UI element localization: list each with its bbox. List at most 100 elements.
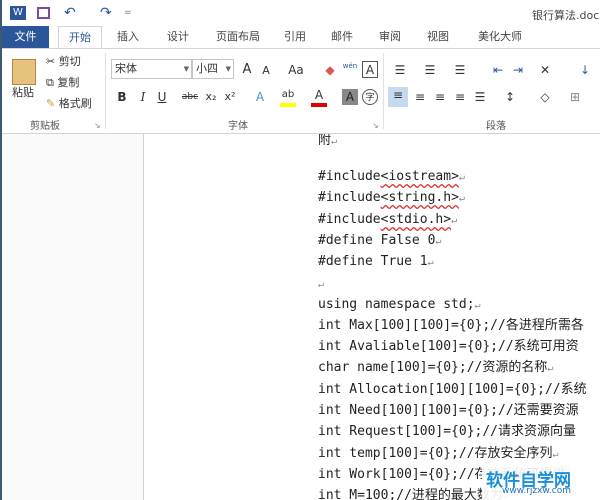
font-name-select[interactable]: 宋体 ▼	[111, 59, 192, 79]
line-text: #include	[318, 169, 381, 184]
cut-button[interactable]: ✂ 剪切	[46, 54, 81, 70]
justify-button[interactable]: ≡	[452, 89, 468, 105]
dialog-launcher-icon[interactable]: ↘	[372, 121, 379, 130]
line-text: using namespace std;	[318, 297, 475, 312]
underline-button[interactable]: U	[154, 89, 170, 105]
align-center-button[interactable]: ≡	[412, 89, 428, 105]
align-left-button[interactable]: ≡	[388, 87, 408, 107]
font-size-select[interactable]: 小四 ▼	[192, 59, 234, 79]
chevron-down-icon: ▼	[225, 65, 231, 73]
grow-font-icon[interactable]: A	[239, 62, 255, 78]
code-line: 附↵	[318, 134, 337, 151]
title-bar: W ↶ ↷ = 银行算法.docx	[2, 0, 600, 26]
clipboard-group-label: 剪贴板	[30, 121, 60, 132]
line-text: 附	[318, 134, 332, 148]
code-line: int Allocation[100][100]={0};//系统	[318, 380, 587, 400]
tab-layout[interactable]: 页面布局	[208, 26, 268, 48]
dialog-launcher-icon[interactable]: ↘	[94, 121, 101, 130]
scissors-icon: ✂	[46, 55, 56, 68]
line-text: int Request[100]={0};//请求资源向量	[318, 424, 577, 439]
window-title: 银行算法.docx	[532, 9, 600, 22]
change-case-button[interactable]: Aa	[284, 62, 308, 78]
shading-icon[interactable]: ◇	[537, 89, 553, 105]
tab-beautify[interactable]: 美化大师	[470, 26, 530, 48]
phonetic-guide-icon[interactable]: wén	[342, 58, 358, 74]
navigation-pane	[2, 134, 144, 500]
undo-icon[interactable]: ↶	[64, 4, 76, 22]
line-text: <string.h>	[380, 190, 459, 205]
tab-home[interactable]: 开始	[58, 26, 102, 48]
format-painter-button[interactable]: ✎ 格式刷	[46, 96, 92, 112]
copy-button[interactable]: ⧉ 复制	[46, 75, 79, 91]
copy-label: 复制	[57, 76, 80, 89]
tab-file[interactable]: 文件	[2, 26, 49, 48]
enclose-char-icon[interactable]: 字	[362, 89, 378, 105]
line-spacing-icon[interactable]: ↕	[502, 89, 518, 105]
numbering-icon[interactable]: ☰	[422, 62, 438, 78]
line-text: int Need[100][100]={0};//还需要资源	[318, 403, 579, 418]
paragraph-mark: ↵	[458, 172, 465, 183]
char-shading-icon[interactable]: A	[342, 89, 358, 105]
code-line: #include<stdio.h>↵	[318, 210, 457, 230]
shrink-font-icon[interactable]: A	[258, 63, 274, 79]
code-line: int temp[100]={0};//存放安全序列↵	[318, 444, 559, 464]
char-border-icon[interactable]: A	[362, 61, 378, 78]
code-line: int Request[100]={0};//请求资源向量	[318, 422, 576, 442]
text-effects-icon[interactable]: A	[252, 89, 268, 105]
line-text: <iostream>	[380, 169, 459, 184]
watermark: 软件自学网 www.rjzxw.com	[482, 464, 600, 500]
tab-references[interactable]: 引用	[277, 26, 313, 48]
tab-view[interactable]: 视图	[420, 26, 456, 48]
distributed-button[interactable]: ☰	[472, 89, 488, 105]
tab-design[interactable]: 设计	[158, 26, 198, 48]
paragraph-mark: ↵	[318, 279, 325, 290]
sort-icon[interactable]: ↓	[577, 62, 593, 78]
code-line: #include<string.h>↵	[318, 188, 465, 208]
paragraph-mark: ↵	[552, 449, 559, 460]
brush-icon: ✎	[46, 97, 56, 110]
highlight-icon[interactable]: ab	[280, 87, 296, 107]
clear-format-icon[interactable]: ◆	[322, 62, 338, 78]
document-page[interactable]: 附↵ #include<iostream>↵ #include<string.h>↵…	[145, 134, 600, 500]
decrease-indent-icon[interactable]: ⇤	[490, 62, 506, 78]
code-line: char name[100]={0};//资源的名称↵	[318, 358, 553, 378]
ribbon: 粘贴 ✂ 剪切 ⧉ 复制 ✎ 格式刷 剪贴板 ↘ 宋体 ▼ 小四 ▼ A A Aa …	[2, 48, 600, 134]
font-group-label: 字体	[228, 121, 248, 132]
font-color-icon[interactable]: A	[311, 87, 327, 107]
paste-icon[interactable]	[12, 59, 36, 85]
tab-mailings[interactable]: 邮件	[324, 26, 360, 48]
paste-button[interactable]: 粘贴	[12, 85, 34, 101]
paragraph-mark: ↵	[331, 136, 338, 147]
line-text: <stdio.h>	[380, 212, 452, 227]
customize-icon[interactable]: =	[124, 4, 132, 22]
watermark-url: www.rjzxw.com	[502, 486, 571, 496]
line-text: #include	[318, 212, 381, 227]
tab-insert[interactable]: 插入	[108, 26, 148, 48]
chevron-down-icon: ▼	[183, 65, 189, 73]
line-text: #include	[318, 190, 381, 205]
bullets-icon[interactable]: ☰	[392, 62, 408, 78]
code-line: using namespace std;↵	[318, 295, 481, 315]
multilevel-list-icon[interactable]: ☰	[452, 62, 468, 78]
chinese-layout-icon[interactable]: ✕	[537, 62, 553, 78]
borders-icon[interactable]: ⊞	[567, 89, 583, 105]
line-text: int Max[100][100]={0};//各进程所需各	[318, 318, 584, 333]
tab-review[interactable]: 审阅	[372, 26, 408, 48]
code-line: #define True 1↵	[318, 252, 434, 272]
superscript-button[interactable]: x²	[222, 89, 238, 105]
strikethrough-button[interactable]: abc	[178, 89, 202, 105]
align-right-button[interactable]: ≡	[432, 89, 448, 105]
font-size-value: 小四	[196, 62, 218, 75]
increase-indent-icon[interactable]: ⇥	[510, 62, 526, 78]
save-icon[interactable]	[37, 7, 50, 19]
line-text: int M=100;//进程的最大数为	[318, 488, 503, 500]
paragraph-group-label: 段落	[486, 121, 506, 132]
subscript-button[interactable]: x₂	[203, 89, 219, 105]
paragraph-mark: ↵	[458, 193, 465, 204]
redo-icon[interactable]: ↷	[100, 4, 112, 22]
italic-button[interactable]: I	[135, 89, 151, 105]
code-line: #include<iostream>↵	[318, 167, 465, 187]
bold-button[interactable]: B	[114, 89, 130, 105]
line-text: int Allocation[100][100]={0};//系统	[318, 382, 587, 397]
cut-label: 剪切	[58, 55, 81, 68]
